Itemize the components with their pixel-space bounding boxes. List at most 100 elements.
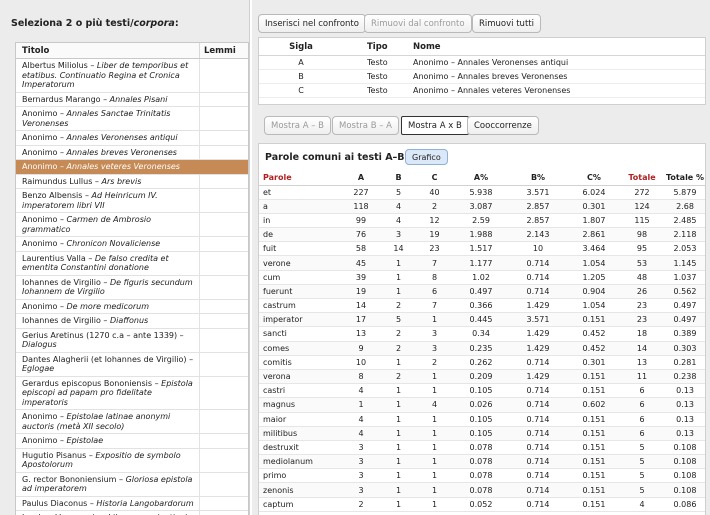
cell-totale: 11 <box>621 369 663 385</box>
column-totale-percent[interactable]: Totale % <box>663 171 705 186</box>
cell-c-percent: 2.861 <box>567 227 621 243</box>
text-list-item[interactable]: G. rector Bononiensium – Gloriosa episto… <box>16 472 248 497</box>
text-list-item[interactable]: Anonimo – Epistolae latinae anonymi auct… <box>16 410 248 434</box>
table-row[interactable]: et 227 5 40 5.938 3.571 6.024 272 5.879 <box>259 185 705 200</box>
table-row[interactable]: comitis 10 1 2 0.262 0.714 0.301 13 0.281 <box>259 355 705 370</box>
selected-text-row[interactable]: A Testo Anonimo – Annales Veronenses ant… <box>259 56 705 70</box>
column-a-percent[interactable]: A% <box>453 171 509 186</box>
text-list-item[interactable]: Anonimo – Annales Veronenses antiqui <box>16 131 248 146</box>
table-row[interactable]: magnus 1 1 4 0.026 0.714 0.602 6 0.13 <box>259 397 705 413</box>
text-list-item[interactable]: Paulus Diaconus – Historia Langobardorum <box>16 496 248 511</box>
cell-word: imperator <box>259 312 341 328</box>
text-list-item[interactable]: Iohannes de Virgilio – Diaffonus <box>16 314 248 329</box>
cooccurrences-button[interactable]: Cooccorrenze <box>467 116 539 135</box>
cell-word: cum <box>259 270 341 285</box>
text-list-item[interactable]: Gerardus episcopus Bononiensis – Epistol… <box>16 376 248 410</box>
text-list-item[interactable]: Gerius Aretinus (1270 c.a – ante 1339) –… <box>16 328 248 353</box>
cell-word: verona <box>259 369 341 385</box>
cell-c: 23 <box>416 241 453 257</box>
cell-c: 1 <box>416 383 453 399</box>
text-list-item[interactable]: Anonimo – Carmen de Ambrosio grammatico <box>16 213 248 237</box>
text-list-item[interactable]: Laurentius Valla – De falso credita et e… <box>16 251 248 276</box>
text-list-item[interactable]: Iohannes de Virgilio – De figuris secund… <box>16 275 248 300</box>
table-row[interactable]: verone 45 1 7 1.177 0.714 1.054 53 1.145 <box>259 255 705 271</box>
remove-all-button[interactable]: Rimuovi tutti <box>472 14 541 33</box>
column-title[interactable]: Titolo <box>16 46 199 56</box>
cell-a-percent: 0.105 <box>453 412 509 427</box>
cell-b-percent: 0.714 <box>509 482 567 498</box>
table-row[interactable]: castri 4 1 1 0.105 0.714 0.151 6 0.13 <box>259 383 705 399</box>
text-lemmi-cell <box>199 237 248 251</box>
table-row[interactable]: primo 3 1 1 0.078 0.714 0.151 5 0.108 <box>259 468 705 484</box>
table-row[interactable]: castrum 14 2 7 0.366 1.429 1.054 23 0.497 <box>259 298 705 314</box>
cell-c-percent: 0.151 <box>567 468 621 484</box>
text-list-item[interactable]: Anonimo – Annales veteres Veronenses <box>16 160 248 175</box>
table-row[interactable]: a 118 4 2 3.087 2.857 0.301 124 2.68 <box>259 199 705 214</box>
text-list-item[interactable]: Anonimo – Annales breves Veronenses <box>16 145 248 160</box>
show-a-x-b-button[interactable]: Mostra A x B <box>401 116 469 135</box>
table-row[interactable]: cum 39 1 8 1.02 0.714 1.205 48 1.037 <box>259 270 705 285</box>
text-list-item[interactable]: Iacobus Veronensis – Liber peregrination… <box>16 511 248 515</box>
text-work: Chronicon Novaliciense <box>66 239 161 248</box>
column-parole[interactable]: Parole <box>259 171 341 186</box>
column-c-percent[interactable]: C% <box>567 171 621 186</box>
cell-b: 1 <box>381 426 416 441</box>
cell-b-percent: 0.714 <box>509 426 567 441</box>
text-list-item[interactable]: Raimundus Lullus – Ars brevis <box>16 174 248 189</box>
column-totale[interactable]: Totale <box>621 171 663 186</box>
add-to-comparison-button[interactable]: Inserisci nel confronto <box>258 14 366 33</box>
cell-c-percent: 3.464 <box>567 241 621 257</box>
cell-word: castrum <box>259 298 341 314</box>
text-list-item[interactable]: Albertus Miliolus – Liber de temporibus … <box>16 59 248 93</box>
text-list-item[interactable]: Anonimo – Annales Sanctae Trinitatis Ver… <box>16 107 248 131</box>
column-b-percent[interactable]: B% <box>509 171 567 186</box>
cell-totale: 18 <box>621 326 663 342</box>
selected-text-row[interactable]: B Testo Anonimo – Annales breves Veronen… <box>259 70 705 84</box>
cell-b-percent: 0.714 <box>509 468 567 484</box>
cell-c: 19 <box>416 227 453 243</box>
text-list-item[interactable]: Benzo Albensis – Ad Heinricum IV. impera… <box>16 189 248 213</box>
chart-button[interactable]: Grafico <box>405 149 448 165</box>
show-a-minus-b-button[interactable]: Mostra A – B <box>264 116 332 135</box>
table-row[interactable]: in 99 4 12 2.59 2.857 1.807 115 2.485 <box>259 213 705 229</box>
cell-b: 2 <box>381 341 416 356</box>
column-c[interactable]: C <box>416 171 453 186</box>
table-row[interactable]: militibus 4 1 1 0.105 0.714 0.151 6 0.13 <box>259 426 705 441</box>
text-list-item[interactable]: Anonimo – Chronicon Novaliciense <box>16 237 248 252</box>
text-list-item[interactable]: Anonimo – De more medicorum <box>16 299 248 314</box>
cell-b-percent: 1.429 <box>509 369 567 385</box>
text-list-item[interactable]: Anonimo – Epistolae <box>16 434 248 449</box>
text-list-item[interactable]: Dantes Alagherii (et Iohannes de Virgili… <box>16 352 248 377</box>
cell-a-percent: 0.105 <box>453 383 509 399</box>
cell-c-percent: 0.602 <box>567 397 621 413</box>
table-row[interactable]: maior 4 1 1 0.105 0.714 0.151 6 0.13 <box>259 412 705 427</box>
cell-totale-percent: 0.13 <box>663 412 705 427</box>
table-row[interactable]: destruxit 3 1 1 0.078 0.714 0.151 5 0.108 <box>259 440 705 456</box>
text-title-cell: Albertus Miliolus – Liber de temporibus … <box>16 59 199 92</box>
column-lemmi[interactable]: Lemmi <box>199 43 248 58</box>
cell-b: 2 <box>381 369 416 385</box>
table-row[interactable]: zenonis 3 1 1 0.078 0.714 0.151 5 0.108 <box>259 482 705 498</box>
table-row[interactable]: sancti 13 2 3 0.34 1.429 0.452 18 0.389 <box>259 326 705 342</box>
table-row[interactable]: captum 2 1 1 0.052 0.714 0.151 4 0.086 <box>259 497 705 512</box>
cell-b-percent: 0.714 <box>509 383 567 399</box>
selected-text-row[interactable]: C Testo Anonimo – Annales veteres Verone… <box>259 84 705 98</box>
table-row[interactable]: imperator 17 5 1 0.445 3.571 0.151 23 0.497 <box>259 312 705 328</box>
table-row[interactable]: verona 8 2 1 0.209 1.429 0.151 11 0.238 <box>259 369 705 385</box>
text-author: Anonimo – <box>22 109 67 118</box>
column-a[interactable]: A <box>341 171 381 186</box>
table-row[interactable]: de 76 3 19 1.988 2.143 2.861 98 2.118 <box>259 227 705 243</box>
cell-totale-percent: 0.497 <box>663 298 705 314</box>
column-b[interactable]: B <box>381 171 416 186</box>
cell-c-percent: 0.151 <box>567 426 621 441</box>
table-row[interactable]: fuerunt 19 1 6 0.497 0.714 0.904 26 0.562 <box>259 284 705 300</box>
table-row[interactable]: mediolanum 3 1 1 0.078 0.714 0.151 5 0.108 <box>259 454 705 470</box>
text-list-item[interactable]: Bernardus Marango – Annales Pisani <box>16 92 248 107</box>
text-author: Hugutio Pisanus – <box>22 450 96 460</box>
cell-b: 1 <box>381 355 416 370</box>
text-list-item[interactable]: Hugutio Pisanus – Expositio de symbolo A… <box>16 448 248 473</box>
show-b-minus-a-button[interactable]: Mostra B – A <box>332 116 400 135</box>
remove-from-comparison-button[interactable]: Rimuovi dal confronto <box>364 14 472 33</box>
table-row[interactable]: comes 9 2 3 0.235 1.429 0.452 14 0.303 <box>259 341 705 356</box>
table-row[interactable]: fuit 58 14 23 1.517 10 3.464 95 2.053 <box>259 241 705 257</box>
